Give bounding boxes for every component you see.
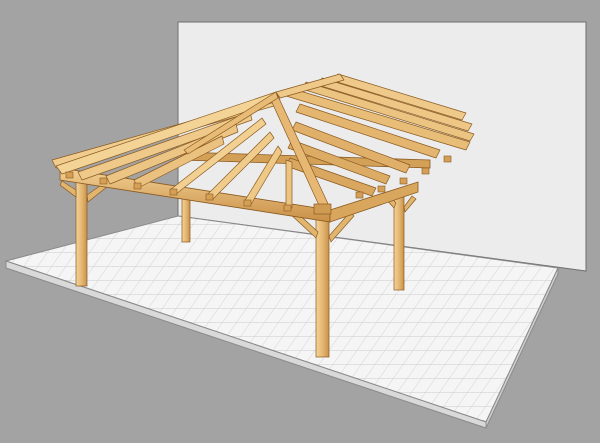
tail-11 [421,167,430,175]
tail-1 [65,171,74,179]
tail-6 [243,199,252,207]
tail-8 [355,191,364,199]
tail-12 [443,155,452,163]
render-scene [0,0,600,443]
tail-4 [169,188,178,196]
tail-10 [399,177,408,185]
tail-9 [377,185,386,193]
tail-7 [283,204,292,212]
tail-5 [205,193,214,201]
rafter-front-4 [285,159,293,209]
post-back-left [181,194,191,243]
post-cap-center [313,203,332,215]
post-front-left [75,175,88,287]
post-front-center [315,204,330,358]
tail-3 [133,182,142,190]
tail-2 [99,177,108,185]
